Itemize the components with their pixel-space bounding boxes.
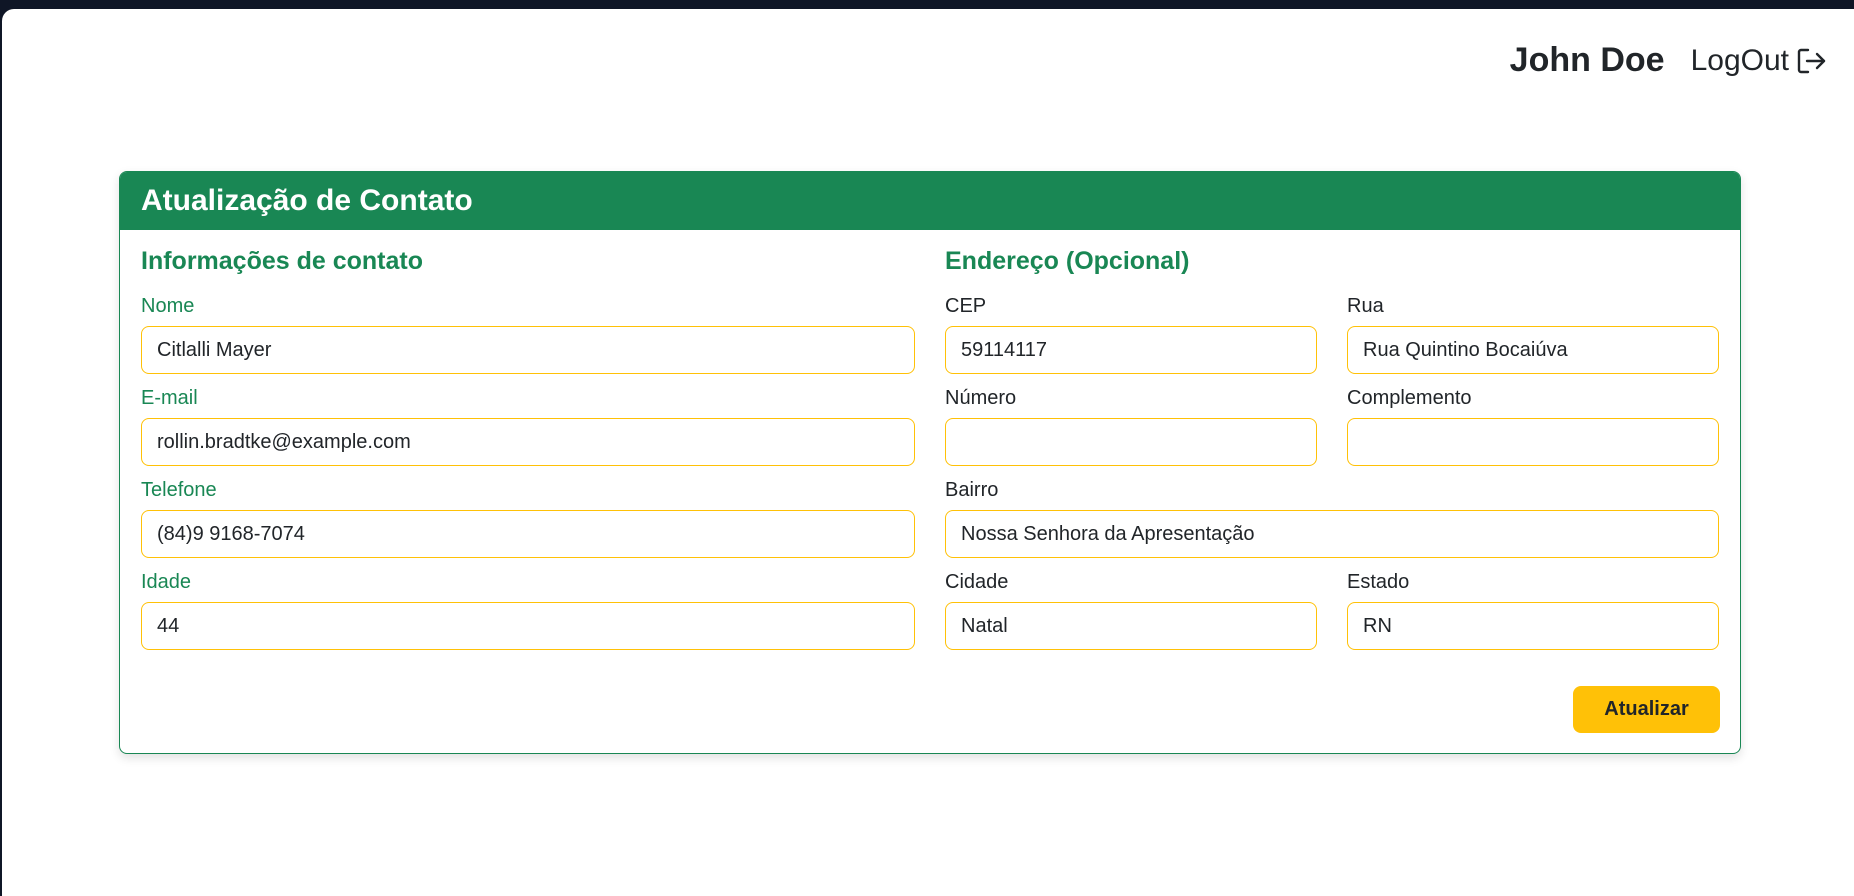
address-section-title: Endereço (Opcional) [945,247,1190,275]
top-bar: John Doe LogOut [1510,41,1827,80]
logout-icon [1797,48,1826,73]
cidade-label: Cidade [945,571,1009,593]
email-input[interactable] [141,418,915,466]
numero-label: Número [945,387,1017,409]
nome-input[interactable] [141,326,915,374]
card-title: Atualização de Contato [141,184,473,217]
numero-input[interactable] [945,418,1317,466]
contact-section-title: Informações de contato [141,247,423,275]
idade-input[interactable] [141,602,915,650]
cep-input[interactable] [945,326,1317,374]
rua-label: Rua [1347,295,1384,317]
rua-input[interactable] [1347,326,1719,374]
complemento-label: Complemento [1347,387,1472,409]
logout-button[interactable]: LogOut [1691,44,1827,78]
estado-label: Estado [1347,571,1410,593]
email-label: E-mail [141,387,198,409]
bairro-label: Bairro [945,479,999,501]
telefone-input[interactable] [141,510,915,558]
logout-label: LogOut [1690,43,1789,77]
user-name: John Doe [1509,41,1665,79]
cidade-input[interactable] [945,602,1317,650]
idade-label: Idade [141,571,192,593]
atualizar-button[interactable]: Atualizar [1573,686,1720,733]
bairro-input[interactable] [945,510,1719,558]
complemento-input[interactable] [1347,418,1719,466]
cep-label: CEP [945,295,987,317]
page: John Doe LogOut Atualização de Contato I… [2,9,1854,896]
contact-update-card: Atualização de Contato Informações de co… [119,171,1741,754]
nome-label: Nome [141,295,195,317]
telefone-label: Telefone [141,479,217,501]
card-header: Atualização de Contato [120,172,1740,230]
estado-input[interactable] [1347,602,1719,650]
